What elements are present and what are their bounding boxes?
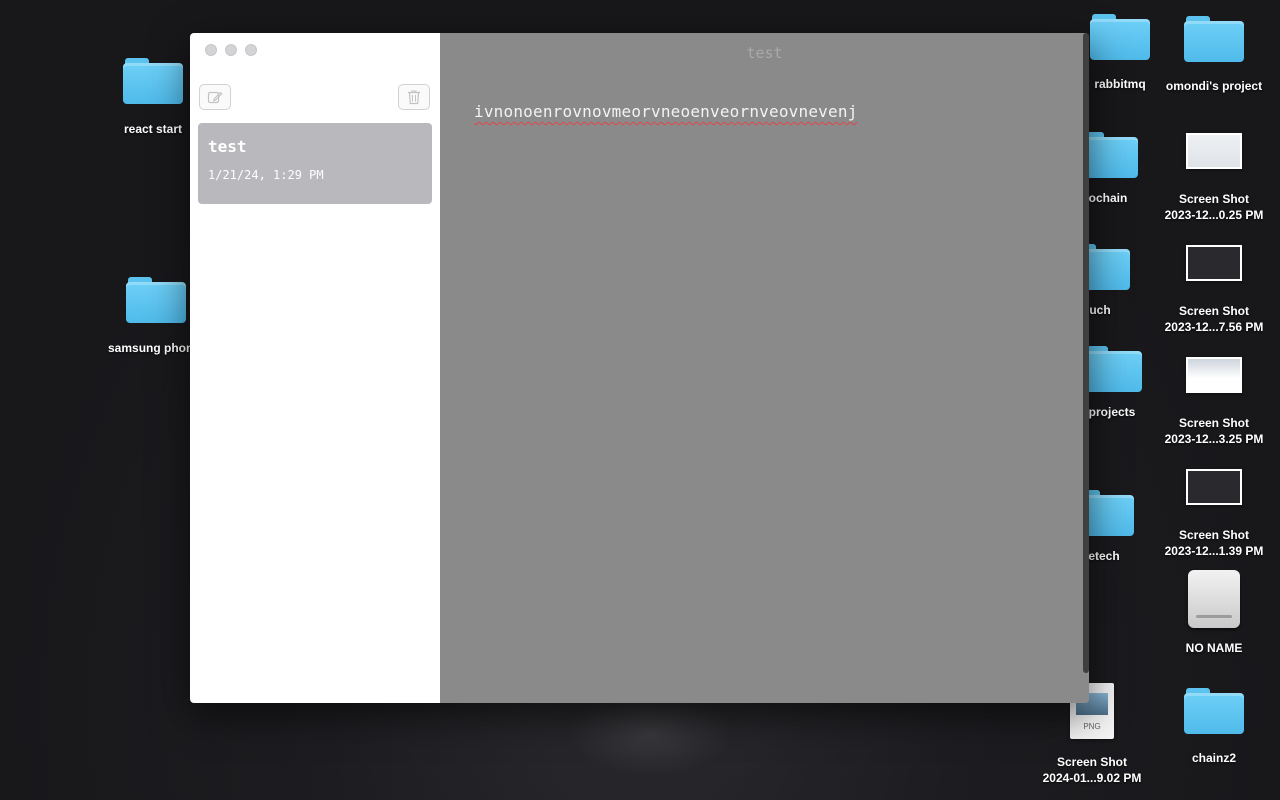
new-note-button[interactable] — [199, 84, 231, 110]
screenshot-thumbnail — [1186, 133, 1242, 169]
notes-app-window: test 1/21/24, 1:29 PM test ivnonoenrovno… — [190, 33, 1089, 703]
close-window-button[interactable] — [205, 44, 217, 56]
note-title: test — [208, 137, 247, 156]
desktop-screenshot-3[interactable]: Screen Shot 2023-12...3.25 PM — [1154, 357, 1274, 447]
folder-icon — [126, 277, 186, 323]
desktop-folder-chainz2[interactable]: chainz2 — [1154, 688, 1274, 766]
folder-icon — [1090, 14, 1150, 60]
trash-icon — [408, 90, 420, 105]
notes-sidebar: test 1/21/24, 1:29 PM — [190, 33, 440, 703]
external-drive-icon — [1188, 570, 1240, 628]
folder-icon — [1184, 688, 1244, 734]
desktop-screenshot-4[interactable]: Screen Shot 2023-12...1.39 PM — [1154, 469, 1274, 559]
editor-scrollbar[interactable] — [1083, 33, 1089, 673]
screenshot-thumbnail — [1186, 357, 1242, 393]
folder-icon — [1184, 16, 1244, 62]
desktop-folder-omondis-project[interactable]: omondi's project — [1154, 16, 1274, 94]
editor-body-text[interactable]: ivnonoenrovnovmeorvneoenveornveovnevenj — [474, 102, 857, 121]
note-date: 1/21/24, 1:29 PM — [208, 168, 324, 182]
screenshot-thumbnail — [1186, 245, 1242, 281]
editor-title: test — [746, 44, 783, 62]
folder-icon — [1082, 346, 1142, 392]
folder-icon — [123, 58, 183, 104]
minimize-window-button[interactable] — [225, 44, 237, 56]
note-list-item[interactable]: test 1/21/24, 1:29 PM — [198, 123, 432, 204]
note-editor[interactable]: test ivnonoenrovnovmeorvneoenveornveovne… — [440, 33, 1089, 703]
window-controls — [205, 44, 257, 56]
desktop-screenshot-1[interactable]: Screen Shot 2023-12...0.25 PM — [1154, 133, 1274, 223]
zoom-window-button[interactable] — [245, 44, 257, 56]
delete-note-button[interactable] — [398, 84, 430, 110]
screenshot-thumbnail — [1186, 469, 1242, 505]
desktop-screenshot-2[interactable]: Screen Shot 2023-12...7.56 PM — [1154, 245, 1274, 335]
wallpaper-art — [520, 690, 780, 800]
desktop-drive-no-name[interactable]: NO NAME — [1154, 570, 1274, 656]
compose-icon — [207, 91, 223, 104]
